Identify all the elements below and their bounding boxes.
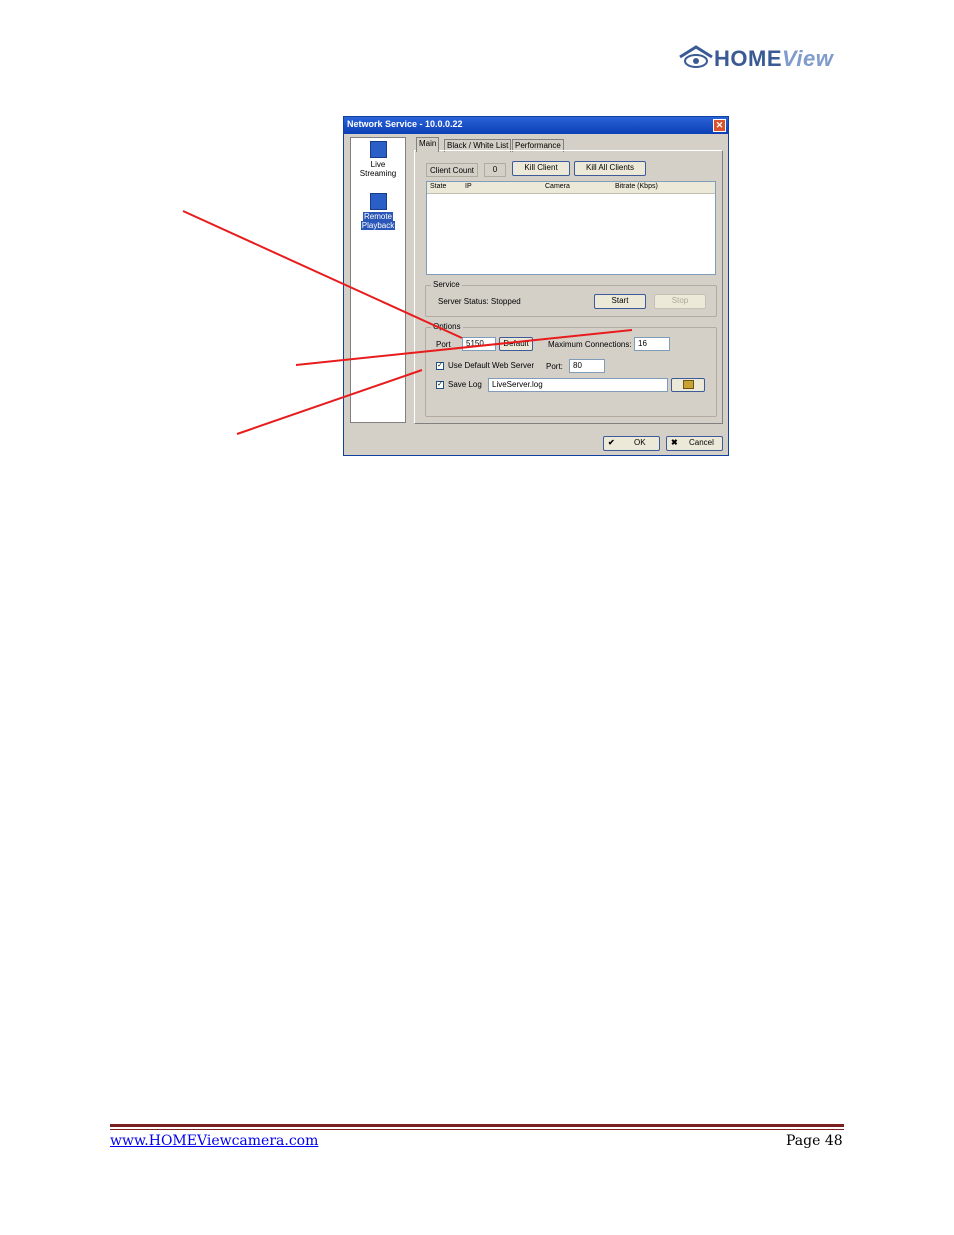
log-file-input[interactable]: LiveServer.log	[488, 378, 668, 392]
save-log-checkbox[interactable]: ✓	[436, 381, 444, 389]
use-default-web-server-checkbox[interactable]: ✓	[436, 362, 444, 370]
default-button[interactable]: Default	[499, 337, 533, 351]
port-input[interactable]: 5150	[462, 337, 496, 351]
column-bitrate[interactable]: Bitrate (Kbps)	[615, 183, 658, 190]
options-group: Options Port 5150 Default Maximum Connec…	[425, 322, 717, 417]
footer-website-link[interactable]: www.HOMEViewcamera.com	[110, 1133, 318, 1149]
web-port-label: Port:	[546, 362, 563, 371]
cross-icon: ✖	[671, 438, 678, 447]
live-streaming-icon	[369, 141, 387, 158]
house-eye-icon	[679, 45, 713, 68]
stop-button[interactable]: Stop	[654, 294, 706, 309]
save-log-label: Save Log	[448, 380, 482, 389]
max-connections-label: Maximum Connections:	[548, 340, 632, 349]
options-group-title: Options	[431, 322, 463, 331]
remote-playback-icon	[369, 193, 387, 210]
client-list-header: State IP Camera Bitrate (Kbps)	[427, 182, 715, 194]
browse-log-button[interactable]	[671, 378, 705, 392]
sidebar-item-remote-playback[interactable]: Remote Playback	[353, 193, 403, 230]
kill-all-clients-button[interactable]: Kill All Clients	[574, 161, 646, 176]
client-count-label: Client Count	[426, 163, 479, 177]
tab-main[interactable]: Main	[416, 137, 440, 152]
sidebar-item-live-streaming[interactable]: Live Streaming	[353, 141, 403, 178]
network-service-dialog: Network Service - 10.0.0.22 ✕ Live Strea…	[343, 116, 729, 456]
column-state[interactable]: State	[430, 183, 446, 190]
service-group-title: Service	[431, 280, 462, 289]
web-port-input[interactable]: 80	[569, 359, 605, 373]
dialog-title: Network Service - 10.0.0.22	[347, 119, 463, 129]
client-count-value: 0	[484, 163, 506, 177]
max-connections-input[interactable]: 16	[634, 337, 670, 351]
port-label: Port	[436, 340, 451, 349]
close-button[interactable]: ✕	[713, 119, 726, 132]
cancel-button[interactable]: ✖ Cancel	[666, 436, 723, 451]
ok-button[interactable]: ✔ OK	[603, 436, 660, 451]
service-group: Service Server Status: Stopped Start Sto…	[425, 280, 717, 317]
start-button[interactable]: Start	[594, 294, 646, 309]
page-number: Page 48	[786, 1133, 843, 1149]
client-list[interactable]: State IP Camera Bitrate (Kbps)	[426, 181, 716, 275]
folder-icon	[682, 380, 694, 390]
footer-rule	[110, 1124, 844, 1127]
checkmark-icon: ✔	[608, 438, 615, 447]
column-camera[interactable]: Camera	[545, 183, 570, 190]
footer-rule-thin	[110, 1129, 844, 1130]
use-default-web-server-label: Use Default Web Server	[448, 361, 535, 370]
homeview-logo: HOMEView	[678, 44, 838, 74]
title-bar: Network Service - 10.0.0.22 ✕	[344, 117, 728, 134]
kill-client-button[interactable]: Kill Client	[512, 161, 570, 176]
server-status: Server Status: Stopped	[438, 297, 521, 306]
column-ip[interactable]: IP	[465, 183, 472, 190]
service-sidebar: Live Streaming Remote Playback	[350, 137, 406, 423]
